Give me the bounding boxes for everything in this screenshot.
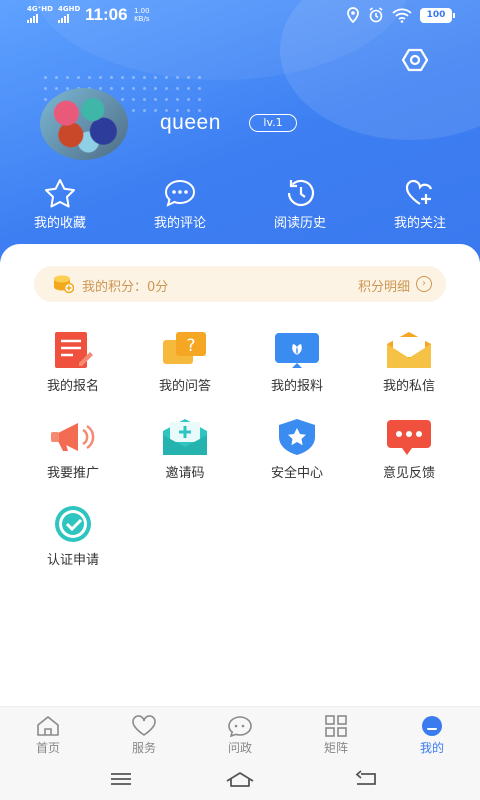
net-speed: 1.00 KB/s [134, 7, 150, 23]
tab-label: 首页 [35, 741, 60, 755]
content-card: 我的积分：0分 积分明细 › 我的报名 ? 我的问答 我的报料 我的私信 我要推… [0, 244, 480, 714]
qa-icon: ? [163, 332, 206, 364]
quick-label: 我的收藏 [33, 216, 86, 231]
mail-icon [387, 332, 431, 368]
tab-mine[interactable]: 我的 [384, 707, 480, 760]
avatar[interactable] [40, 88, 128, 160]
service-label: 我要推广 [46, 466, 99, 481]
heart-icon [132, 715, 156, 736]
back-icon[interactable] [353, 770, 379, 788]
chevron-right-icon[interactable]: › [416, 276, 432, 292]
certify-icon [55, 506, 91, 542]
grid-icon [325, 715, 347, 737]
profile-header: 4G⁺HD 4GHD 11:06 1.00 KB/s 100 queen lv.… [0, 0, 480, 262]
status-bar: 4G⁺HD 4GHD 11:06 1.00 KB/s 100 [0, 0, 480, 30]
quick-label: 我的评论 [153, 216, 206, 231]
shield-icon [279, 419, 315, 455]
home-nav-icon[interactable] [224, 770, 256, 788]
coin-icon [54, 275, 74, 294]
speed-unit: KB/s [134, 15, 150, 23]
username: queen [160, 111, 221, 134]
service-security[interactable]: 安全中心 [241, 415, 353, 502]
service-label: 我的问答 [158, 379, 211, 394]
service-invite[interactable]: 邀请码 [129, 415, 241, 502]
report-icon [275, 333, 319, 368]
level-badge: lv.1 [249, 114, 297, 132]
wifi-icon [392, 8, 412, 23]
tab-label: 我的 [419, 741, 444, 755]
points-label: 我的积分：0分 [82, 280, 169, 295]
service-label: 认证申请 [46, 553, 99, 568]
battery-icon: 100 [420, 7, 455, 23]
service-promote[interactable]: 我要推广 [17, 415, 129, 502]
service-qa[interactable]: ? 我的问答 [129, 328, 241, 415]
quick-actions: 我的收藏 我的评论 阅读历史 我的关注 [0, 178, 480, 231]
service-certify[interactable]: 认证申请 [17, 502, 129, 589]
comment-icon [164, 179, 196, 207]
service-messages[interactable]: 我的私信 [353, 328, 465, 415]
services-grid: 我的报名 ? 我的问答 我的报料 我的私信 我要推广 邀请码 安全中心 意见反馈… [0, 328, 480, 589]
points-detail-link[interactable]: 积分明细 [358, 276, 410, 295]
service-label: 我的报名 [46, 379, 99, 394]
tab-wenzheng[interactable]: 问政 [192, 707, 288, 760]
tab-matrix[interactable]: 矩阵 [288, 707, 384, 760]
service-label: 安全中心 [270, 466, 323, 481]
service-report[interactable]: 我的报料 [241, 328, 353, 415]
menu-icon[interactable] [108, 770, 134, 788]
tab-label: 问政 [227, 741, 252, 755]
points-bar[interactable]: 我的积分：0分 积分明细 › [34, 266, 446, 302]
heart-plus-icon [405, 179, 433, 205]
location-icon [347, 7, 359, 23]
service-feedback[interactable]: 意见反馈 [353, 415, 465, 502]
settings-icon[interactable] [401, 46, 429, 74]
network-label-1: 4G⁺HD [27, 5, 53, 13]
svg-text:?: ? [186, 336, 195, 356]
bottom-tab-bar: 首页 服务 问政 矩阵 我的 [0, 706, 480, 760]
quick-following-button[interactable]: 我的关注 [360, 178, 480, 231]
tab-label: 矩阵 [323, 741, 348, 755]
home-icon [37, 716, 59, 736]
points-value: 0分 [147, 280, 169, 295]
service-label: 我的私信 [382, 379, 435, 394]
tab-home[interactable]: 首页 [0, 707, 96, 760]
feedback-icon [387, 420, 431, 455]
quick-favorites-button[interactable]: 我的收藏 [0, 178, 120, 231]
signal-icon [58, 14, 69, 23]
chat-icon [228, 716, 252, 737]
signal-icon [27, 14, 38, 23]
system-nav-bar [0, 760, 480, 800]
invite-icon [163, 419, 207, 455]
service-label: 我的报料 [270, 379, 323, 394]
quick-label: 阅读历史 [273, 216, 326, 231]
clock: 11:06 [85, 5, 128, 24]
speed-value: 1.00 [134, 7, 150, 15]
quick-comments-button[interactable]: 我的评论 [120, 178, 240, 231]
star-icon [45, 179, 75, 208]
tab-service[interactable]: 服务 [96, 707, 192, 760]
user-icon [422, 716, 442, 736]
signup-icon [55, 332, 93, 368]
quick-history-button[interactable]: 阅读历史 [240, 178, 360, 231]
service-label: 邀请码 [165, 466, 205, 481]
network-label-2: 4GHD [58, 5, 81, 13]
alarm-icon [369, 7, 383, 23]
quick-label: 我的关注 [393, 216, 446, 231]
megaphone-icon [51, 423, 95, 451]
tab-label: 服务 [131, 741, 156, 755]
service-label: 意见反馈 [382, 466, 435, 481]
history-icon [287, 179, 315, 207]
service-signup[interactable]: 我的报名 [17, 328, 129, 415]
